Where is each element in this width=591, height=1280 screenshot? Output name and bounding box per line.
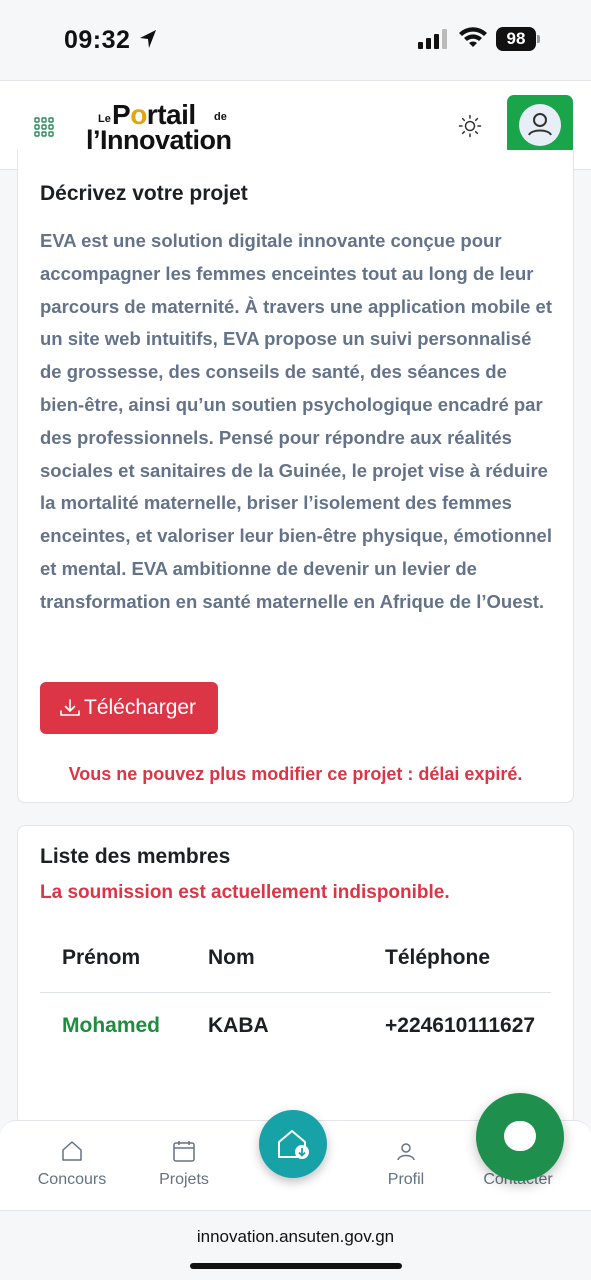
members-card (17, 825, 574, 1125)
user-icon (528, 113, 552, 136)
column-header-prenom: Prénom (62, 946, 141, 969)
home-indicator (190, 1263, 402, 1269)
table-divider (40, 992, 551, 993)
nav-item-profil[interactable]: Profil (366, 1139, 446, 1189)
home-outline-icon (62, 1141, 82, 1161)
nav-label-projets: Projets (159, 1171, 209, 1188)
chat-icon (504, 1121, 536, 1151)
avatar (519, 104, 561, 146)
logo-de: de (214, 111, 227, 123)
battery-indicator: 98 (496, 27, 540, 51)
url-text[interactable]: innovation.ansuten.gov.gn (0, 1227, 591, 1247)
portail-innovation-logo[interactable]: Le Portail de l’Innovation (86, 99, 246, 155)
submission-unavailable-text: La soumission est actuellement indisponi… (40, 882, 450, 903)
members-title: Liste des membres (40, 845, 231, 868)
column-header-telephone: Téléphone (385, 946, 491, 969)
cell-prenom: Mohamed (62, 1014, 161, 1037)
nav-label-profil: Profil (387, 1171, 425, 1188)
battery-level: 98 (496, 27, 536, 51)
apps-grid-icon[interactable] (34, 117, 54, 137)
user-avatar-button[interactable] (507, 95, 573, 155)
cell-telephone: +224610111627 (385, 1014, 536, 1037)
nav-home-button[interactable] (259, 1110, 327, 1178)
project-description-title: Décrivez votre projet (40, 182, 248, 205)
download-button[interactable]: Télécharger (40, 682, 218, 734)
theme-toggle-sun-icon[interactable] (458, 114, 482, 138)
cellular-signal-icon (418, 29, 447, 49)
nav-label-concours: Concours (37, 1171, 107, 1188)
browser-url-bar[interactable]: innovation.ansuten.gov.gn (0, 1210, 591, 1280)
status-bar: 09:32 98 (0, 0, 591, 78)
location-arrow-icon (140, 30, 156, 48)
column-header-nom: Nom (208, 946, 255, 969)
logo-le: Le (98, 113, 111, 125)
status-time: 09:32 (64, 26, 131, 54)
nav-item-concours[interactable]: Concours (32, 1139, 112, 1189)
calendar-icon (173, 1141, 195, 1162)
edit-expired-warning: Vous ne pouvez plus modifier ce projet :… (68, 764, 523, 784)
download-label: Télécharger (84, 696, 197, 719)
chat-button[interactable] (476, 1093, 564, 1181)
person-icon (397, 1143, 415, 1161)
cell-nom: KABA (208, 1014, 269, 1037)
nav-item-projets[interactable]: Projets (144, 1139, 224, 1189)
wifi-icon (459, 27, 487, 47)
project-description-text: EVA est une solution digitale innovante … (40, 230, 552, 612)
download-icon (60, 699, 80, 716)
home-download-icon (278, 1130, 309, 1159)
